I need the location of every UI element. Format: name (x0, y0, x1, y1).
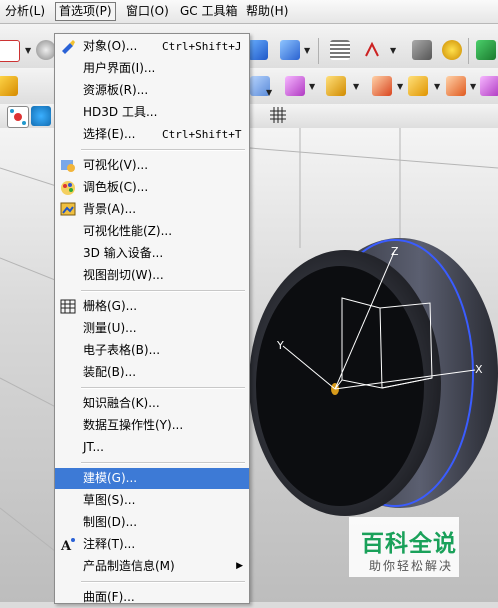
snap-options-icon[interactable] (31, 106, 51, 126)
menu-analysis[interactable]: 分析(L) (2, 3, 48, 20)
menu-bar: 分析(L) 首选项(P) 窗口(O) GC 工具箱 帮助(H) (0, 0, 498, 24)
menu-item-annotation[interactable]: A 注释(T)... (55, 534, 249, 555)
menu-item-surface[interactable]: 曲面(F)... (55, 587, 249, 608)
menu-item-sketch[interactable]: 草图(S)... (55, 490, 249, 511)
menu-item-object[interactable]: 对象(O)... Ctrl+Shift+J (55, 36, 249, 57)
chevron-down-icon[interactable]: ▼ (25, 46, 31, 55)
object-icon (60, 39, 76, 54)
chevron-down-icon[interactable]: ▼ (390, 46, 396, 55)
menu-item-grid[interactable]: 栅格(G)... (55, 296, 249, 317)
submenu-arrow-icon: ▶ (236, 561, 243, 571)
gear-icon[interactable] (442, 40, 462, 60)
menu-item-view-section[interactable]: 视图剖切(W)... (55, 265, 249, 286)
cube-add-icon[interactable] (285, 76, 305, 96)
menu-item-user-interface[interactable]: 用户界面(I)... (55, 58, 249, 79)
toolbar-divider (468, 38, 469, 64)
cube-edit-icon[interactable] (408, 76, 428, 96)
menu-window[interactable]: 窗口(O) (123, 3, 172, 20)
chevron-down-icon[interactable]: ▼ (266, 88, 272, 97)
layer-icon[interactable] (330, 40, 350, 60)
watermark-title: 百科全说 (361, 531, 457, 557)
visualization-icon (60, 158, 76, 173)
chevron-down-icon[interactable]: ▼ (309, 82, 315, 91)
annotation-icon: A (60, 537, 76, 554)
axis-label-z: Z (391, 245, 399, 258)
menu-item-visualization-performance[interactable]: 可视化性能(Z)... (55, 221, 249, 242)
cube-move-icon[interactable] (326, 76, 346, 96)
menu-item-selection[interactable]: 选择(E)... Ctrl+Shift+T (55, 124, 249, 145)
menu-separator (81, 149, 245, 151)
cube-delete-icon[interactable] (372, 76, 392, 96)
select-box-icon[interactable] (0, 40, 20, 62)
menu-item-jt[interactable]: JT... (55, 437, 249, 458)
cube-replace-icon[interactable] (446, 76, 466, 96)
menu-gc-toolbox[interactable]: GC 工具箱 (177, 3, 241, 20)
chevron-down-icon[interactable]: ▼ (397, 82, 403, 91)
chevron-down-icon[interactable]: ▼ (353, 82, 359, 91)
menu-item-knowledge-fusion[interactable]: 知识融合(K)... (55, 393, 249, 414)
menu-separator (81, 387, 245, 389)
toolbar-divider (318, 38, 319, 64)
watermark-logo: 百科全说 助你轻松解决 (349, 517, 459, 577)
menu-item-spreadsheet[interactable]: 电子表格(B)... (55, 340, 249, 361)
menu-item-resource-bar[interactable]: 资源板(R)... (55, 80, 249, 101)
pencil-icon[interactable] (412, 40, 432, 60)
menu-item-drafting[interactable]: 制图(D)... (55, 512, 249, 533)
menu-item-assembly[interactable]: 装配(B)... (55, 362, 249, 383)
snap-point-icon[interactable] (7, 106, 29, 128)
menu-preferences[interactable]: 首选项(P) (55, 2, 116, 21)
axis-label-x: X (475, 363, 483, 376)
menu-help[interactable]: 帮助(H) (243, 3, 291, 20)
view-cube-icon[interactable] (248, 40, 268, 60)
menu-item-modeling[interactable]: 建模(G)... (55, 468, 249, 489)
background-icon (60, 202, 76, 217)
grid-icon (60, 299, 76, 314)
menu-item-background[interactable]: 背景(A)... (55, 199, 249, 220)
preferences-dropdown: 对象(O)... Ctrl+Shift+J 用户界面(I)... 资源板(R).… (54, 33, 250, 604)
axis-label-y: Y (277, 339, 284, 352)
wcs-icon[interactable] (362, 40, 382, 60)
menu-item-hd3d-tools[interactable]: HD3D 工具... (55, 102, 249, 123)
watermark-subtitle: 助你轻松解决 (369, 559, 454, 573)
menu-separator (81, 462, 245, 464)
shade-icon[interactable] (36, 40, 56, 60)
grid-toggle-icon[interactable] (270, 107, 286, 123)
menu-item-measure[interactable]: 测量(U)... (55, 318, 249, 339)
menu-item-data-interop[interactable]: 数据互操作性(Y)... (55, 415, 249, 436)
menu-item-3d-input-devices[interactable]: 3D 输入设备... (55, 243, 249, 264)
chevron-down-icon[interactable]: ▼ (304, 46, 310, 55)
chevron-down-icon[interactable]: ▼ (470, 82, 476, 91)
wheel-face (256, 266, 424, 506)
menu-separator (81, 290, 245, 292)
feature-icon[interactable] (0, 76, 18, 96)
view-orient-icon[interactable] (280, 40, 300, 60)
palette-icon (60, 180, 76, 195)
menu-item-pmi[interactable]: 产品制造信息(M) ▶ (55, 556, 249, 577)
tool-icon[interactable] (476, 40, 496, 60)
menu-item-palette[interactable]: 调色板(C)... (55, 177, 249, 198)
chevron-down-icon[interactable]: ▼ (434, 82, 440, 91)
menu-item-visualization[interactable]: 可视化(V)... (55, 155, 249, 176)
menu-separator (81, 581, 245, 583)
cube-options-icon[interactable] (480, 76, 498, 96)
svg-text:A: A (60, 539, 72, 552)
